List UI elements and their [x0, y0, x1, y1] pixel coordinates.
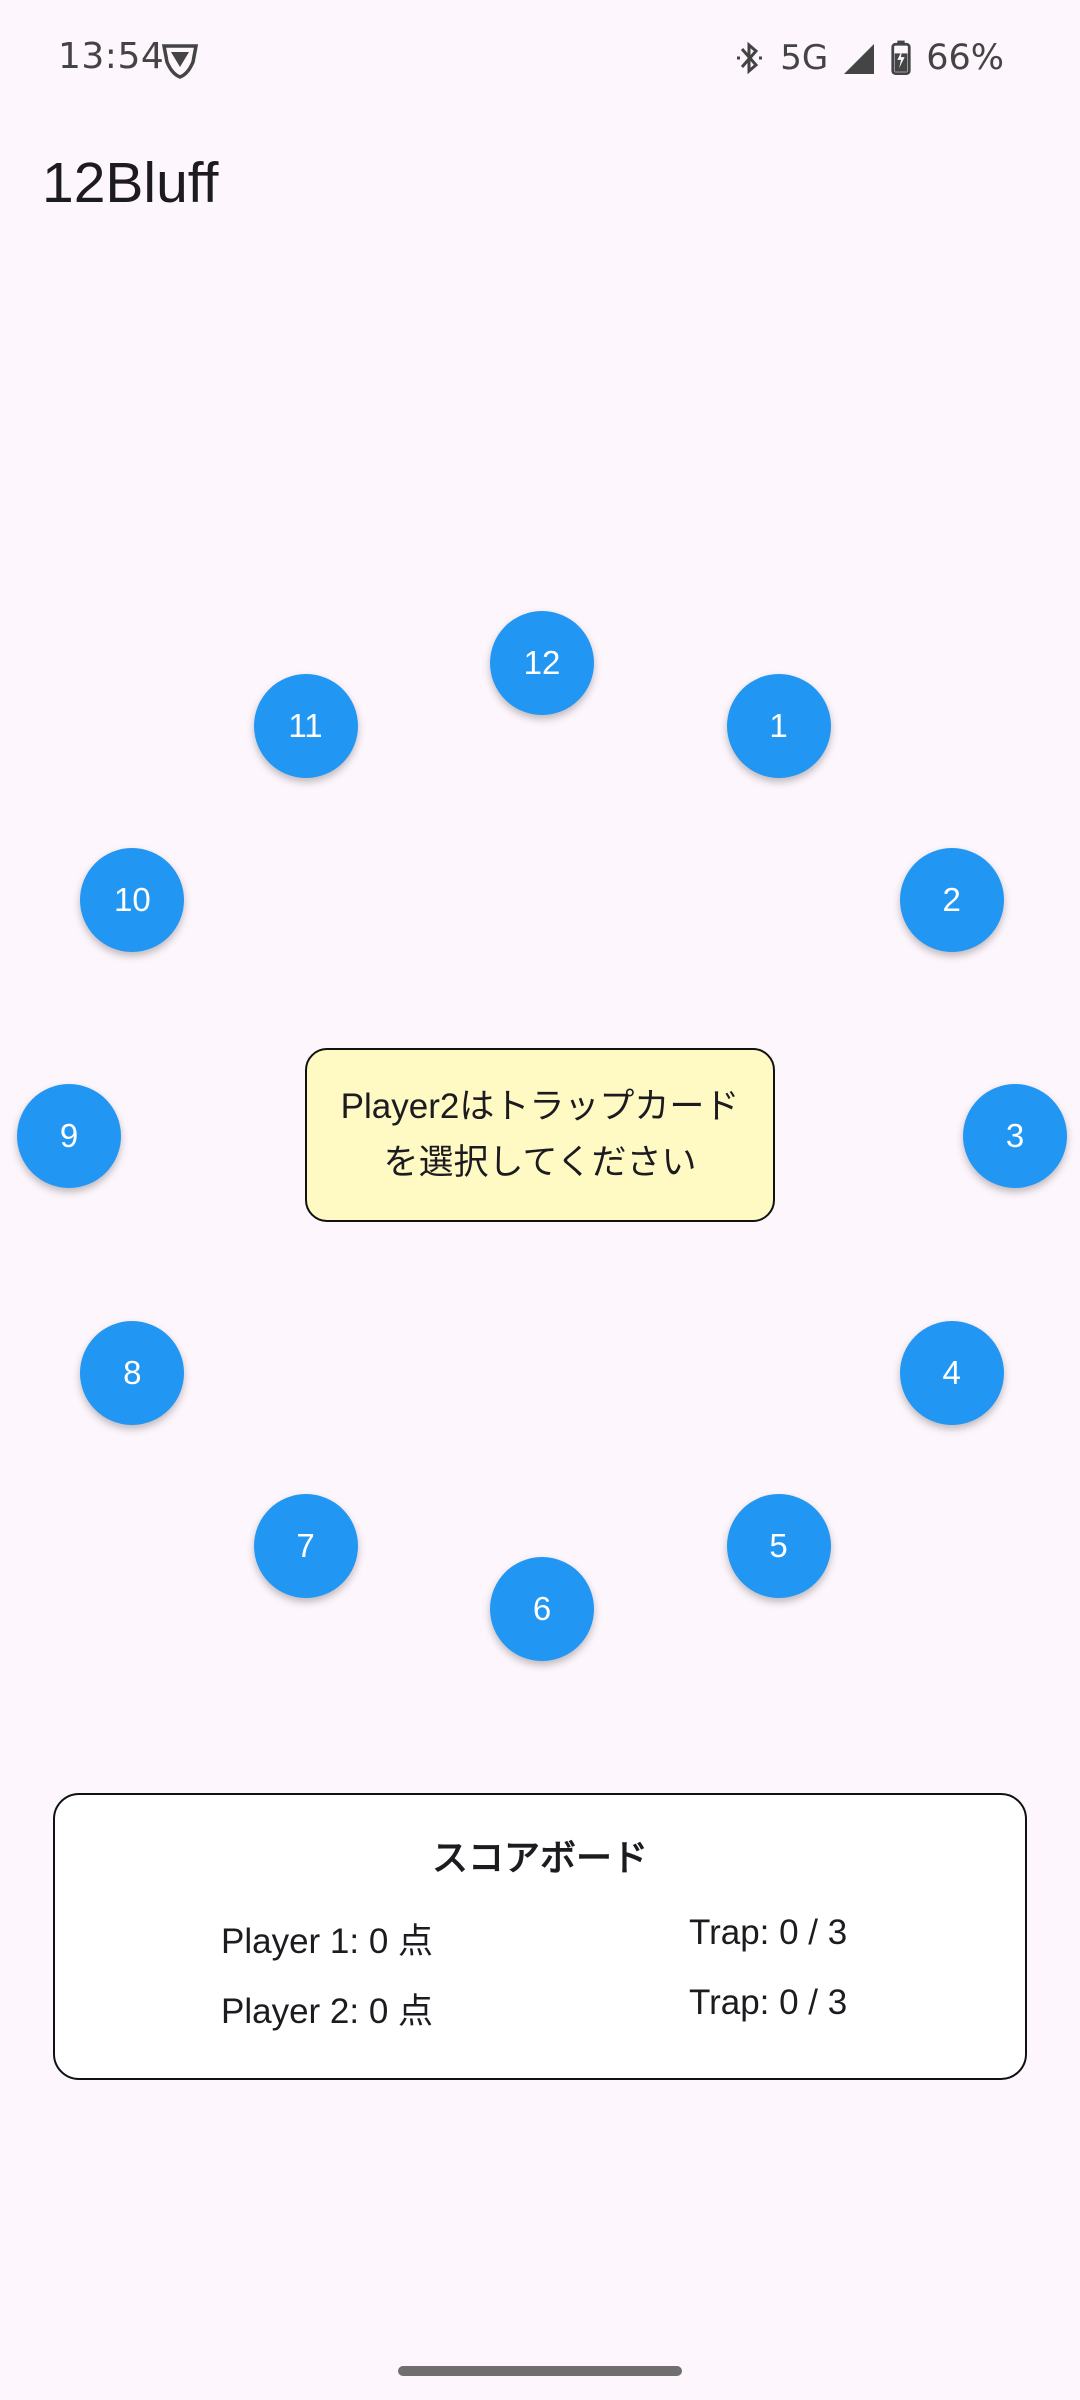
battery-charging-icon [890, 38, 912, 78]
number-button-5[interactable]: 5 [726, 1493, 831, 1598]
bluetooth-icon [732, 38, 766, 78]
vpn-shield-icon [160, 40, 200, 80]
number-button-12[interactable]: 12 [490, 611, 594, 715]
network-type: 5G [780, 38, 829, 78]
status-icons: 5G 66% [732, 34, 1004, 82]
scoreboard: スコアボード Player 1: 0 点 Trap: 0 / 3 Player … [53, 1793, 1027, 2080]
turn-message-text: Player2はトラップカードを選択してください [340, 1087, 740, 1182]
number-button-7[interactable]: 7 [253, 1493, 358, 1598]
number-button-10[interactable]: 10 [80, 847, 185, 952]
signal-icon [842, 38, 876, 78]
gesture-navigation-bar[interactable] [398, 2366, 682, 2376]
player-trap-count: Trap: 0 / 3 [689, 1983, 848, 2022]
status-time: 13:54 [58, 36, 165, 77]
game-screen: 13:54 5G 66% 12Bluff 12 1 2 3 4 5 6 7 8 … [0, 0, 1080, 2400]
number-button-1[interactable]: 1 [726, 674, 831, 779]
app-title: 12Bluff [42, 151, 219, 215]
scoreboard-title: スコアボード [431, 1837, 648, 1878]
number-button-8[interactable]: 8 [80, 1320, 185, 1425]
battery-percent: 66% [926, 38, 1004, 78]
number-button-2[interactable]: 2 [899, 847, 1004, 952]
number-button-9[interactable]: 9 [17, 1084, 121, 1188]
number-button-3[interactable]: 3 [963, 1084, 1067, 1188]
number-button-11[interactable]: 11 [253, 674, 358, 779]
turn-message: Player2はトラップカードを選択してください [305, 1048, 775, 1222]
player-score: Player 1: 0 点 [221, 1922, 434, 1961]
status-bar: 13:54 5G 66% [0, 0, 1080, 118]
number-button-4[interactable]: 4 [899, 1320, 1004, 1425]
player-score: Player 2: 0 点 [221, 1992, 434, 2031]
player-trap-count: Trap: 0 / 3 [689, 1913, 848, 1952]
number-button-6[interactable]: 6 [490, 1557, 594, 1661]
